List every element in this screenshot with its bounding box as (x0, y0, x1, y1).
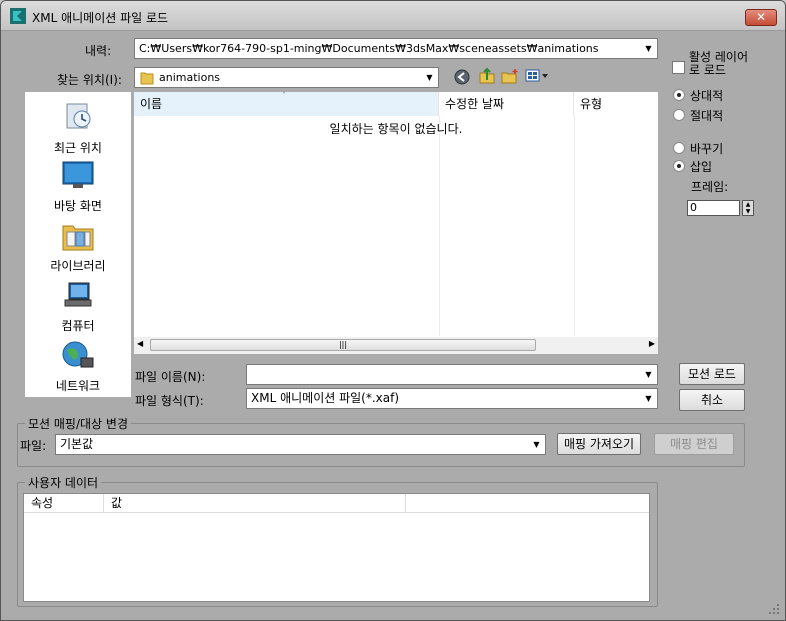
user-data-title: 사용자 데이터 (25, 474, 102, 491)
up-folder-icon[interactable] (478, 67, 496, 85)
close-button[interactable]: ✕ (745, 9, 777, 26)
edit-mapping-button[interactable]: 매핑 편집 (654, 433, 734, 455)
mapping-file-value: 기본값 (60, 437, 94, 451)
load-motion-button[interactable]: 모션 로드 (679, 363, 745, 385)
scroll-right-icon[interactable]: ▶ (649, 339, 655, 348)
mapping-file-label: 파일: (20, 439, 47, 453)
horizontal-scrollbar[interactable]: ◀ ||| ▶ (134, 337, 658, 354)
absolute-label: 절대적 (690, 109, 724, 123)
column-header-name[interactable]: 이름 ˄ (134, 91, 439, 116)
get-mapping-button[interactable]: 매핑 가져오기 (557, 433, 641, 455)
place-label: 네트워크 (55, 379, 101, 393)
resize-grip-icon[interactable] (767, 602, 781, 616)
column-header-property[interactable]: 속성 (24, 494, 104, 513)
history-value: C:₩Users₩kor764-790-sp1-ming₩Documents₩3… (139, 42, 599, 55)
sort-ascending-icon: ˄ (282, 91, 286, 100)
column-header-extra (406, 494, 649, 513)
dialog-window: XML 애니메이션 파일 로드 ✕ 내력: C:₩Users₩kor764-79… (0, 0, 786, 621)
lookin-combo[interactable]: animations ▼ (134, 67, 439, 88)
place-network[interactable]: 네트워크 (25, 340, 131, 394)
filename-input[interactable]: ▼ (246, 364, 658, 385)
frame-spinner-input[interactable]: 0 (687, 200, 740, 216)
load-active-layer-label: 활성 레이어 로 로드 (689, 50, 749, 77)
libraries-icon (62, 225, 94, 251)
filename-label: 파일 이름(N): (135, 370, 206, 384)
close-icon: ✕ (755, 10, 767, 24)
recent-places-icon (66, 103, 91, 129)
column-header-value[interactable]: 값 (104, 494, 406, 513)
lookin-label: 찾는 위치(I): (57, 73, 122, 87)
place-label: 라이브러리 (50, 259, 106, 273)
absolute-radio[interactable] (673, 109, 685, 121)
lookin-value: animations (159, 71, 221, 84)
filetype-value: XML 애니메이션 파일(*.xaf) (251, 391, 400, 405)
chevron-down-icon[interactable]: ▼ (421, 68, 438, 87)
relative-radio[interactable] (673, 89, 685, 101)
history-label: 내력: (85, 44, 112, 58)
title-bar[interactable]: XML 애니메이션 파일 로드 ✕ (1, 1, 785, 31)
chevron-down-icon[interactable]: ▼ (640, 39, 657, 58)
back-icon[interactable] (454, 69, 470, 85)
user-data-table[interactable]: 속성 값 (23, 493, 650, 602)
place-computer[interactable]: 컴퓨터 (25, 280, 131, 334)
chevron-down-icon[interactable]: ▼ (640, 389, 657, 408)
folder-icon (140, 72, 154, 85)
history-combo[interactable]: C:₩Users₩kor764-790-sp1-ming₩Documents₩3… (134, 38, 658, 59)
3dsmax-app-icon (10, 8, 26, 24)
place-desktop[interactable]: 바탕 화면 (25, 160, 131, 214)
place-label: 컴퓨터 (61, 319, 95, 333)
chevron-down-icon[interactable]: ▼ (640, 365, 657, 384)
chevron-down-icon[interactable]: ▼ (528, 435, 545, 454)
replace-radio[interactable] (673, 142, 685, 154)
column-divider (574, 116, 575, 336)
scroll-left-icon[interactable]: ◀ (137, 339, 143, 348)
places-bar: 최근 위치 바탕 화면 라이브러리 컴퓨터 네트워크 (25, 92, 131, 397)
filetype-select[interactable]: XML 애니메이션 파일(*.xaf) ▼ (246, 388, 658, 409)
column-header-type[interactable]: 유형 (574, 92, 658, 116)
mapping-file-select[interactable]: 기본값 ▼ (55, 434, 546, 455)
insert-label: 삽입 (690, 160, 713, 174)
frame-label: 프레임: (691, 180, 729, 194)
window-title: XML 애니메이션 파일 로드 (32, 11, 169, 25)
scrollbar-thumb[interactable]: ||| (150, 339, 536, 351)
cancel-button[interactable]: 취소 (679, 389, 745, 411)
load-active-layer-checkbox[interactable] (672, 61, 685, 74)
file-list[interactable]: 이름 ˄ 수정한 날짜 유형 일치하는 항목이 없습니다. ◀ ||| ▶ (134, 91, 658, 354)
view-menu-icon[interactable] (525, 68, 549, 84)
place-libraries[interactable]: 라이브러리 (25, 220, 131, 274)
desktop-icon (62, 161, 94, 188)
frame-spinner-arrows[interactable]: ▲ ▼ (742, 200, 754, 216)
place-label: 바탕 화면 (54, 199, 102, 213)
motion-mapping-title: 모션 매핑/대상 변경 (25, 415, 131, 432)
place-label: 최근 위치 (54, 141, 102, 155)
column-header-date[interactable]: 수정한 날짜 (439, 92, 574, 116)
replace-label: 바꾸기 (690, 142, 724, 156)
column-divider (439, 116, 440, 336)
new-folder-icon[interactable] (501, 68, 519, 85)
relative-label: 상대적 (690, 89, 724, 103)
empty-message: 일치하는 항목이 없습니다. (329, 122, 463, 136)
filetype-label: 파일 형식(T): (135, 394, 204, 408)
place-recent[interactable]: 최근 위치 (25, 100, 131, 156)
computer-icon (64, 282, 92, 307)
insert-radio[interactable] (673, 160, 685, 172)
network-icon (62, 341, 94, 368)
